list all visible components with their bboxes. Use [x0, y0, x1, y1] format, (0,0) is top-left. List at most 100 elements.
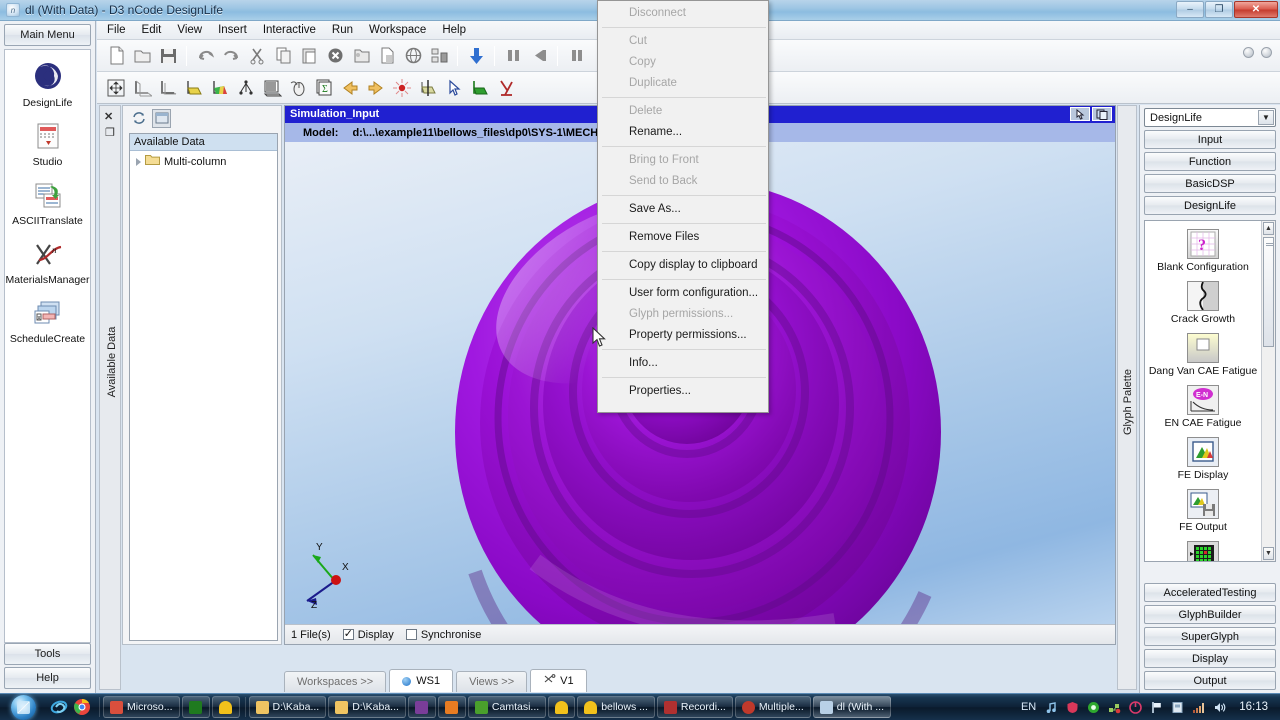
help-button[interactable]: Help	[4, 667, 91, 689]
section-cut-icon[interactable]	[415, 75, 441, 101]
refresh-icon[interactable]	[129, 109, 148, 128]
synchronise-checkbox[interactable]	[405, 629, 417, 640]
export-icon[interactable]	[374, 43, 400, 69]
taskbar-item-terminal[interactable]	[181, 696, 210, 718]
taskbar-item-recording[interactable]: Recordi...	[656, 696, 733, 718]
open-file-icon[interactable]	[129, 43, 155, 69]
taskbar-item-ansys-2[interactable]	[548, 696, 576, 718]
category-designlife[interactable]: DesignLife	[1144, 196, 1276, 215]
save-icon[interactable]	[155, 43, 181, 69]
tab-v1[interactable]: V1	[530, 669, 587, 692]
view-shaded-icon[interactable]	[181, 75, 207, 101]
rail-item-materialsmanager[interactable]: n MaterialsManager	[5, 236, 90, 286]
volume-icon[interactable]	[1212, 700, 1227, 715]
rail-item-studio[interactable]: Studio	[5, 118, 90, 168]
view-wireframe-icon[interactable]	[129, 75, 155, 101]
rail-item-asciitranslate[interactable]: ASCIITranslate	[5, 177, 90, 227]
pause-icon[interactable]	[563, 43, 589, 69]
arrange-icon[interactable]	[426, 43, 452, 69]
rail-item-designlife[interactable]: DesignLife	[5, 59, 90, 109]
mesh-icon[interactable]	[259, 75, 285, 101]
menu-file[interactable]: File	[107, 24, 126, 36]
start-button[interactable]	[1, 694, 45, 720]
globe-icon[interactable]	[400, 43, 426, 69]
view-hidden-line-icon[interactable]	[155, 75, 181, 101]
restore-icon[interactable]: ❐	[105, 126, 115, 139]
redo-icon[interactable]	[218, 43, 244, 69]
minimize-button[interactable]: –	[1176, 1, 1204, 18]
library-dropdown[interactable]: DesignLife ▼	[1144, 108, 1276, 127]
category-glyphbuilder[interactable]: GlyphBuilder	[1144, 605, 1276, 624]
chrome-icon[interactable]	[72, 697, 92, 717]
glyph-blank-configuration[interactable]: ? Blank Configuration	[1145, 229, 1261, 273]
ctx-disconnect[interactable]: Disconnect	[598, 3, 768, 24]
ctx-glyph-permissions[interactable]: Glyph permissions...	[598, 304, 768, 325]
device-icon[interactable]	[1170, 700, 1185, 715]
left-dock-tab[interactable]: ✕ ❐ Available Data	[99, 105, 121, 690]
taskbar-item-ansys-1[interactable]	[211, 696, 240, 718]
pan-move-icon[interactable]	[103, 75, 129, 101]
ctx-bring-to-front[interactable]: Bring to Front	[598, 150, 768, 171]
category-superglyph[interactable]: SuperGlyph	[1144, 627, 1276, 646]
menu-edit[interactable]: Edit	[142, 24, 162, 36]
mouse-select-icon[interactable]	[285, 75, 311, 101]
category-acceleratedtesting[interactable]: AcceleratedTesting	[1144, 583, 1276, 602]
taskbar-clock[interactable]: 16:13	[1233, 701, 1276, 713]
tab-views[interactable]: Views >>	[456, 671, 528, 692]
synchronise-checkbox-group[interactable]: Synchronise	[405, 629, 481, 641]
tree-item-multi-column[interactable]: Multi-column	[130, 151, 277, 169]
glyph-fe-display[interactable]: FE Display	[1145, 437, 1261, 481]
taskbar-item-onenote[interactable]	[407, 696, 436, 718]
taskbar-item-media-player[interactable]	[437, 696, 466, 718]
scroll-down-button[interactable]: ▼	[1263, 547, 1274, 560]
taskbar-item-folder-2[interactable]: D:\Kaba...	[328, 696, 406, 718]
display-checkbox-group[interactable]: Display	[342, 627, 394, 641]
paste-icon[interactable]	[296, 43, 322, 69]
scroll-thumb[interactable]	[1263, 237, 1274, 347]
language-indicator[interactable]: EN	[1021, 701, 1038, 713]
stop-icon[interactable]	[526, 43, 552, 69]
rail-item-schedulecreate[interactable]: x ScheduleCreate	[5, 295, 90, 345]
option-dot-icon[interactable]	[1243, 47, 1254, 58]
ctx-info[interactable]: Info...	[598, 353, 768, 374]
scroll-up-button[interactable]: ▲	[1263, 222, 1274, 235]
glyph-scrollbar[interactable]: ▲ ▼	[1261, 221, 1275, 561]
menu-help[interactable]: Help	[442, 24, 466, 36]
taskbar-item-camtasia[interactable]: Camtasi...	[467, 696, 547, 718]
taskbar-item-multiple[interactable]: Multiple...	[734, 696, 811, 718]
category-output[interactable]: Output	[1144, 671, 1276, 690]
copy-icon[interactable]	[270, 43, 296, 69]
flag-icon[interactable]	[1149, 700, 1164, 715]
taskbar-item-designlife[interactable]: dl (With ...	[812, 696, 892, 718]
undo-icon[interactable]	[192, 43, 218, 69]
taskbar-item-bellows[interactable]: bellows ...	[577, 696, 655, 718]
taskbar-item-folder-1[interactable]: D:\Kaba...	[248, 696, 327, 718]
ctx-duplicate[interactable]: Duplicate	[598, 73, 768, 94]
glyph-fe-output[interactable]: FE Output	[1145, 489, 1261, 533]
glyph-crack-growth[interactable]: Crack Growth	[1145, 281, 1261, 325]
step-icon[interactable]	[500, 43, 526, 69]
ctx-cut[interactable]: Cut	[598, 31, 768, 52]
ctx-user-form-configuration[interactable]: User form configuration...	[598, 283, 768, 304]
import-icon[interactable]	[348, 43, 374, 69]
node-tree-icon[interactable]	[233, 75, 259, 101]
glyph-en-cae-fatigue[interactable]: E-N EN CAE Fatigue	[1145, 385, 1261, 429]
menu-interactive[interactable]: Interactive	[263, 24, 316, 36]
menu-insert[interactable]: Insert	[218, 24, 247, 36]
maximize-button[interactable]: ❐	[1205, 1, 1233, 18]
chevron-right-icon[interactable]	[136, 157, 141, 166]
glyph-dang-van-cae-fatigue[interactable]: Dang Van CAE Fatigue	[1145, 333, 1261, 377]
category-function[interactable]: Function	[1144, 152, 1276, 171]
taskbar-item-microsoft[interactable]: Microso...	[103, 696, 180, 718]
category-basicdsp[interactable]: BasicDSP	[1144, 174, 1276, 193]
ctx-rename[interactable]: Rename...	[598, 122, 768, 143]
prev-arrow-icon[interactable]	[337, 75, 363, 101]
sum-layers-icon[interactable]: Σ	[311, 75, 337, 101]
right-dock-tab[interactable]: Glyph Palette	[1117, 105, 1137, 690]
ctx-save-as[interactable]: Save As...	[598, 199, 768, 220]
copy-display-icon[interactable]	[1092, 107, 1112, 121]
ctx-copy[interactable]: Copy	[598, 52, 768, 73]
menu-workspace[interactable]: Workspace	[369, 24, 426, 36]
close-icon[interactable]: ✕	[104, 110, 113, 123]
ctx-property-permissions[interactable]: Property permissions...	[598, 325, 768, 346]
